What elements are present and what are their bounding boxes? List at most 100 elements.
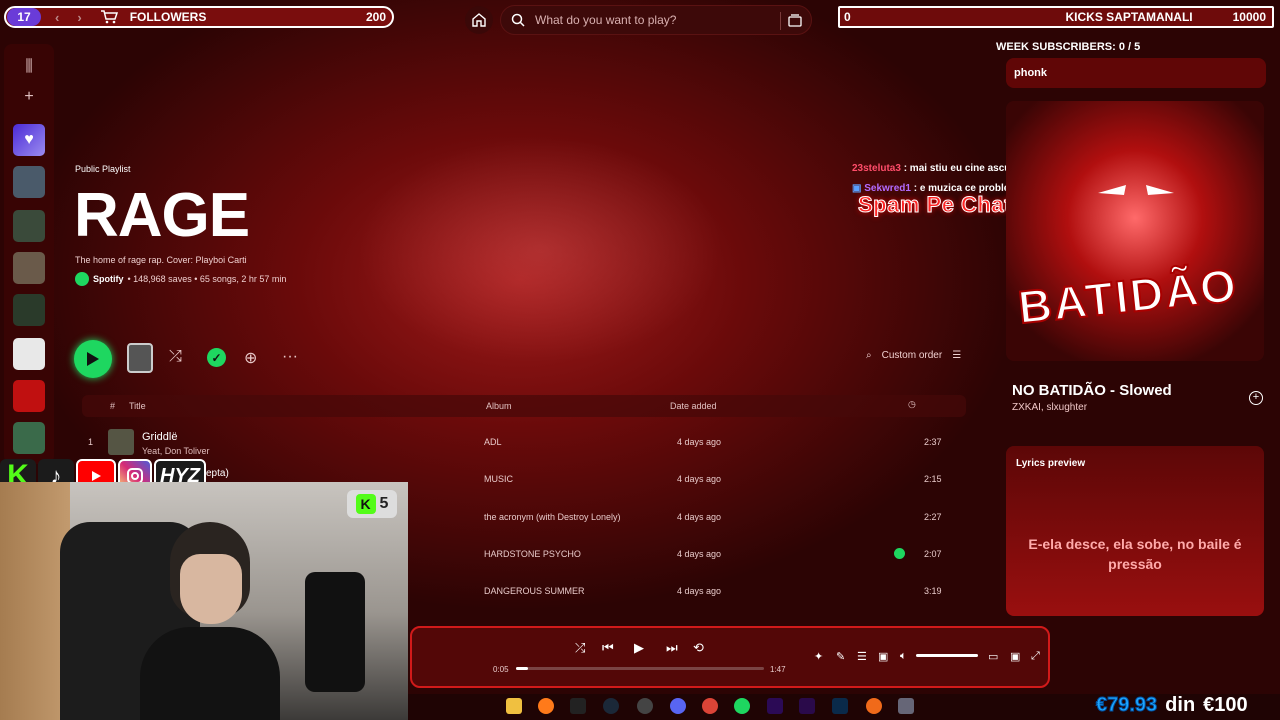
after-effects-icon[interactable] bbox=[767, 698, 783, 714]
browse-icon[interactable] bbox=[787, 12, 803, 28]
shuffle-icon[interactable]: ⤮ bbox=[169, 348, 182, 366]
track-album[interactable]: HARDSTONE PSYCHO bbox=[484, 549, 581, 559]
sort-order-dropdown[interactable]: Custom order bbox=[882, 350, 943, 361]
obs-icon[interactable] bbox=[637, 698, 653, 714]
play-pause-icon[interactable]: ▶ bbox=[634, 640, 644, 656]
lyrics-line: E-ela desce, ela sobe, no baile é pressã… bbox=[1028, 536, 1242, 572]
list-view-icon[interactable]: ☰ bbox=[952, 350, 961, 361]
donation-din: din bbox=[1165, 694, 1196, 716]
play-icon bbox=[87, 352, 99, 366]
sidebar-playlist-thumb[interactable] bbox=[13, 380, 45, 412]
create-playlist-icon[interactable]: + bbox=[16, 84, 42, 110]
donation-goal-amount: €100 bbox=[1203, 694, 1248, 716]
progress-bar[interactable] bbox=[516, 667, 764, 670]
now-playing-title[interactable]: NO BATIDÃO - Slowed bbox=[1012, 382, 1172, 399]
epic-games-icon[interactable] bbox=[570, 698, 586, 714]
col-date-added[interactable]: Date added bbox=[670, 401, 717, 411]
brave-icon[interactable] bbox=[866, 698, 882, 714]
spotify-logo-icon bbox=[75, 272, 89, 286]
saved-check-icon[interactable]: ✓ bbox=[207, 348, 226, 367]
sidebar-playlist-thumb[interactable] bbox=[13, 422, 45, 454]
file-explorer-icon[interactable] bbox=[506, 698, 522, 714]
forward-arrow-icon[interactable]: › bbox=[77, 10, 81, 25]
album-cover: BATIDÃO bbox=[1006, 101, 1264, 361]
library-icon[interactable]: ⫼ bbox=[16, 54, 42, 80]
search-input[interactable]: What do you want to play? bbox=[535, 13, 676, 27]
week-subscribers: WEEK SUBSCRIBERS: 0 / 5 bbox=[996, 41, 1141, 53]
track-album[interactable]: the acronym (with Destroy Lonely) bbox=[484, 512, 621, 522]
sidebar-playlist-thumb[interactable] bbox=[13, 252, 45, 284]
connect-device-icon[interactable]: ▣ bbox=[878, 650, 888, 663]
repeat-icon[interactable]: ⟲ bbox=[693, 640, 704, 656]
player-bar bbox=[410, 626, 1050, 688]
track-number: 1 bbox=[88, 437, 94, 447]
fullscreen-icon[interactable]: ⤢ bbox=[1031, 650, 1040, 663]
followers-count-badge: 17 bbox=[7, 8, 41, 26]
track-artist[interactable]: Yeat, Don Toliver bbox=[142, 446, 210, 456]
spotify-taskbar-icon[interactable] bbox=[734, 698, 750, 714]
pip-icon[interactable]: ▣ bbox=[1010, 650, 1020, 663]
home-button[interactable] bbox=[465, 6, 493, 34]
donation-goal: €79.93 din €100 bbox=[1095, 694, 1248, 717]
add-to-playlist-icon[interactable]: + bbox=[1249, 391, 1263, 405]
now-playing-artist[interactable]: ZXKAI, slxughter bbox=[1012, 402, 1087, 413]
lyrics-title: Lyrics preview bbox=[1016, 458, 1086, 469]
track-duration: 2:37 bbox=[924, 437, 942, 447]
track-album[interactable]: DANGEROUS SUMMER bbox=[484, 586, 585, 596]
chrome-icon[interactable] bbox=[702, 698, 718, 714]
saved-check-icon[interactable] bbox=[894, 548, 905, 559]
previous-icon[interactable]: ⏮ bbox=[602, 640, 614, 656]
playlist-title: RAGE bbox=[74, 181, 250, 250]
sidebar-playlist-thumb[interactable] bbox=[13, 210, 45, 242]
back-arrow-icon[interactable]: ‹ bbox=[55, 10, 59, 25]
context-playlist-name[interactable]: phonk bbox=[1014, 67, 1047, 79]
mini-player-icon[interactable]: ▭ bbox=[988, 650, 998, 663]
liked-songs-icon[interactable]: ♥ bbox=[13, 124, 45, 156]
kick-viewer-count: 5 bbox=[379, 495, 389, 512]
download-icon[interactable]: ⊕ bbox=[244, 348, 257, 368]
steam-icon[interactable] bbox=[603, 698, 619, 714]
track-album[interactable]: MUSIC bbox=[484, 474, 513, 484]
sidebar-playlist-thumb[interactable] bbox=[13, 338, 45, 370]
followers-label: FOLLOWERS bbox=[129, 10, 207, 24]
col-title[interactable]: Title bbox=[129, 401, 146, 411]
playlist-stats: • 148,968 saves • 65 songs, 2 hr 57 min bbox=[127, 274, 287, 284]
play-button[interactable] bbox=[74, 340, 112, 378]
playlist-owner[interactable]: Spotify bbox=[93, 274, 124, 284]
col-album[interactable]: Album bbox=[486, 401, 512, 411]
donation-current: €79.93 bbox=[1095, 694, 1158, 717]
next-icon[interactable]: ⏭ bbox=[666, 640, 678, 656]
playlist-preview-thumb[interactable] bbox=[127, 343, 153, 373]
search-icon bbox=[511, 13, 525, 27]
firefox-icon[interactable] bbox=[538, 698, 554, 714]
queue-icon[interactable]: ☰ bbox=[857, 650, 867, 663]
more-options-icon[interactable]: ··· bbox=[282, 348, 298, 366]
duration-clock-icon: ◷ bbox=[908, 399, 916, 409]
volume-icon[interactable]: 🔈︎ bbox=[900, 650, 907, 663]
sidebar-playlist-thumb[interactable] bbox=[13, 294, 45, 326]
sidebar-playlist-thumb[interactable] bbox=[13, 166, 45, 198]
volume-slider[interactable] bbox=[916, 654, 978, 657]
shuffle-icon[interactable]: ⤮ bbox=[575, 640, 585, 656]
cart-icon bbox=[100, 10, 118, 24]
lyrics-icon[interactable]: ✎ bbox=[836, 650, 845, 663]
search-bar[interactable]: What do you want to play? bbox=[500, 5, 812, 35]
now-playing-view-icon[interactable]: ✦ bbox=[814, 650, 823, 663]
track-title[interactable]: Griddlë bbox=[142, 431, 177, 443]
now-playing-context[interactable]: phonk bbox=[1006, 58, 1266, 88]
sort-controls: ⌕ Custom order ☰ bbox=[866, 350, 961, 361]
app-icon[interactable] bbox=[898, 698, 914, 714]
track-date-added: 4 days ago bbox=[677, 512, 722, 522]
lyrics-card[interactable] bbox=[1006, 446, 1264, 616]
table-row[interactable]: 1 Griddlë Yeat, Don Toliver ADL 4 days a… bbox=[82, 425, 966, 461]
track-artist[interactable]: epta) bbox=[206, 468, 229, 479]
discord-icon[interactable] bbox=[670, 698, 686, 714]
track-date-added: 4 days ago bbox=[677, 586, 722, 596]
playlist-search-icon[interactable]: ⌕ bbox=[866, 350, 872, 361]
track-duration: 3:19 bbox=[924, 586, 942, 596]
total-time: 1:47 bbox=[770, 665, 786, 674]
track-album[interactable]: ADL bbox=[484, 437, 502, 447]
followers-goal-bar: 17 ‹ › FOLLOWERS 200 bbox=[4, 6, 394, 28]
premiere-icon[interactable] bbox=[799, 698, 815, 714]
photoshop-icon[interactable] bbox=[832, 698, 848, 714]
